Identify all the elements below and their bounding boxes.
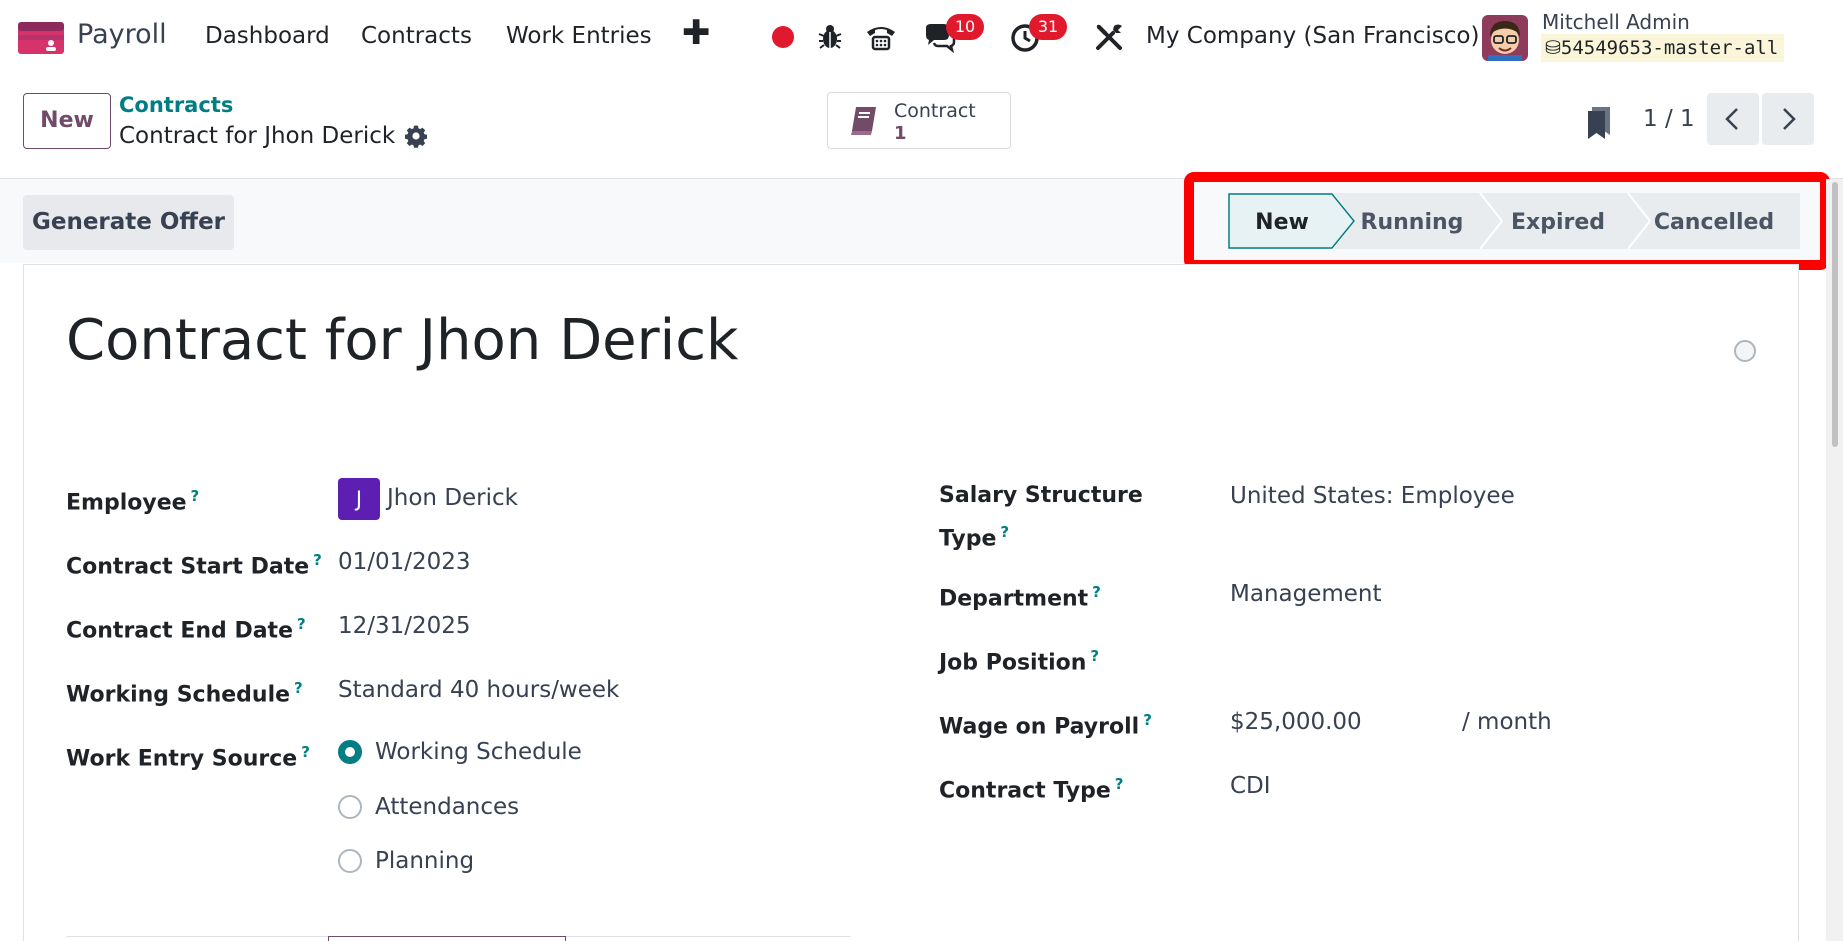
smart-button-value: 1 bbox=[894, 123, 907, 144]
scrollbar-thumb[interactable] bbox=[1832, 182, 1838, 447]
employee-avatar: J bbox=[338, 478, 380, 520]
radio-attendances[interactable] bbox=[338, 795, 362, 819]
notebook-active-tab[interactable] bbox=[328, 936, 566, 941]
contract-type-field[interactable]: CDI bbox=[1230, 768, 1271, 804]
messages-badge: 10 bbox=[946, 14, 984, 40]
contract-smart-button[interactable]: Contract 1 bbox=[827, 92, 1011, 149]
help-icon[interactable]: ? bbox=[1143, 711, 1152, 729]
bookmark-icon[interactable] bbox=[1585, 104, 1613, 140]
employee-field[interactable]: Jhon Derick bbox=[387, 480, 518, 516]
department-field[interactable]: Management bbox=[1230, 576, 1382, 612]
highlight-annotation bbox=[1184, 172, 1830, 270]
pager-next-button[interactable] bbox=[1762, 93, 1814, 145]
end-date-label: Contract End Date? bbox=[66, 615, 306, 644]
work-entry-source-label: Work Entry Source? bbox=[66, 743, 310, 772]
department-label: Department? bbox=[939, 583, 1101, 612]
help-icon[interactable]: ? bbox=[1000, 523, 1009, 541]
user-name[interactable]: Mitchell Admin bbox=[1542, 10, 1690, 34]
bug-icon[interactable] bbox=[813, 20, 847, 54]
contract-type-label: Contract Type? bbox=[939, 775, 1124, 804]
help-icon[interactable]: ? bbox=[294, 679, 303, 697]
company-switcher[interactable]: My Company (San Francisco) bbox=[1146, 23, 1479, 49]
help-icon[interactable]: ? bbox=[301, 743, 310, 761]
wage-field[interactable]: $25,000.00 bbox=[1230, 704, 1362, 740]
start-date-field[interactable]: 01/01/2023 bbox=[338, 544, 471, 580]
payroll-app-icon[interactable] bbox=[18, 22, 64, 54]
job-position-label: Job Position? bbox=[939, 647, 1100, 676]
database-name: 54549653-master-all bbox=[1560, 37, 1779, 59]
radio-planning[interactable] bbox=[338, 849, 362, 873]
salary-structure-label-line2: Type? bbox=[939, 523, 1010, 552]
working-schedule-label: Working Schedule? bbox=[66, 679, 303, 708]
menu-dashboard[interactable]: Dashboard bbox=[205, 23, 330, 49]
salary-structure-label-line1: Salary Structure bbox=[939, 483, 1143, 508]
help-icon[interactable]: ? bbox=[191, 487, 200, 505]
tools-icon[interactable] bbox=[1092, 20, 1126, 54]
chevron-right-icon bbox=[1783, 108, 1796, 130]
menu-work-entries[interactable]: Work Entries bbox=[506, 23, 652, 49]
radio-attendances-label[interactable]: Attendances bbox=[375, 789, 519, 825]
record-icon[interactable] bbox=[766, 20, 800, 54]
end-date-field[interactable]: 12/31/2025 bbox=[338, 608, 471, 644]
phone-icon[interactable] bbox=[864, 20, 898, 54]
help-icon[interactable]: ? bbox=[1115, 775, 1124, 793]
activities-badge: 31 bbox=[1029, 14, 1067, 40]
start-date-label: Contract Start Date? bbox=[66, 551, 322, 580]
help-icon[interactable]: ? bbox=[297, 615, 306, 633]
top-navbar: Payroll Dashboard Contracts Work Entries… bbox=[0, 0, 1843, 75]
radio-planning-label[interactable]: Planning bbox=[375, 843, 474, 879]
priority-toggle[interactable] bbox=[1734, 340, 1756, 362]
plus-icon[interactable]: ✚ bbox=[682, 16, 711, 50]
help-icon[interactable]: ? bbox=[1090, 647, 1099, 665]
help-icon[interactable]: ? bbox=[313, 551, 322, 569]
generate-offer-button[interactable]: Generate Offer bbox=[23, 195, 234, 250]
user-avatar[interactable] bbox=[1482, 15, 1528, 61]
wage-period: / month bbox=[1462, 709, 1552, 735]
app-name[interactable]: Payroll bbox=[77, 19, 167, 50]
radio-working-schedule-label[interactable]: Working Schedule bbox=[375, 734, 582, 770]
employee-label: Employee? bbox=[66, 487, 200, 516]
help-icon[interactable]: ? bbox=[1092, 583, 1101, 601]
salary-structure-field[interactable]: United States: Employee bbox=[1230, 478, 1515, 514]
smart-button-label: Contract bbox=[894, 100, 976, 122]
book-icon bbox=[851, 107, 876, 135]
pager-value[interactable]: 1 / 1 bbox=[1643, 106, 1695, 132]
chevron-left-icon bbox=[1725, 108, 1738, 130]
menu-contracts[interactable]: Contracts bbox=[361, 23, 472, 49]
job-position-field[interactable] bbox=[1230, 640, 1630, 676]
working-schedule-field[interactable]: Standard 40 hours/week bbox=[338, 672, 619, 708]
wage-label: Wage on Payroll? bbox=[939, 711, 1152, 740]
new-record-button[interactable]: New bbox=[23, 93, 111, 149]
breadcrumb-contracts[interactable]: Contracts bbox=[119, 93, 233, 117]
record-title[interactable]: Contract for Jhon Derick bbox=[66, 308, 738, 373]
gear-icon[interactable] bbox=[404, 124, 428, 148]
breadcrumb-current: Contract for Jhon Derick bbox=[119, 123, 396, 149]
pager-previous-button[interactable] bbox=[1707, 93, 1759, 145]
database-badge: ⛁54549653-master-all bbox=[1541, 34, 1785, 62]
database-icon: ⛁ bbox=[1545, 37, 1561, 59]
radio-working-schedule[interactable] bbox=[338, 740, 362, 764]
